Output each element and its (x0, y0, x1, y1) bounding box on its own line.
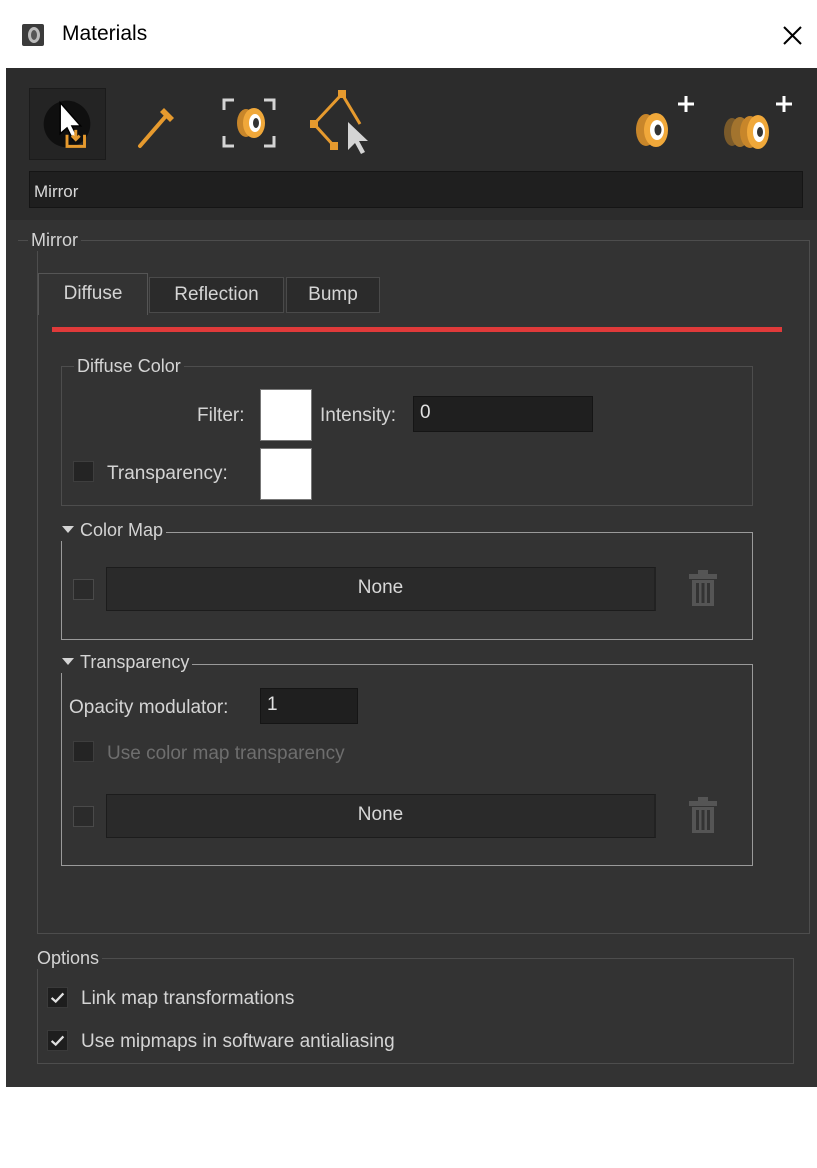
tab-reflection[interactable]: Reflection (149, 277, 284, 313)
eyedropper-icon (138, 108, 174, 148)
use-mipmaps-checkbox[interactable] (47, 1030, 68, 1051)
diffuse-color-title: Diffuse Color (74, 356, 184, 377)
window-title: Materials (62, 22, 148, 45)
color-map-delete-button[interactable] (688, 569, 718, 607)
intensity-label: Intensity: (320, 405, 397, 426)
eyedropper-button[interactable] (128, 94, 184, 154)
trash-icon (689, 797, 717, 833)
diffuse-color-group (61, 366, 753, 506)
scene-material-icon (222, 98, 276, 148)
transparency-toggle[interactable]: Transparency (59, 652, 193, 673)
collapse-triangle-icon (62, 525, 74, 533)
color-map-enable-checkbox[interactable] (73, 579, 94, 600)
materials-app-icon (22, 24, 44, 46)
use-color-map-transparency-checkbox[interactable] (73, 741, 94, 762)
transparency-map-select-button[interactable]: None (106, 794, 656, 838)
color-map-select-button[interactable]: None (106, 567, 656, 611)
options-title: Options (34, 948, 103, 969)
active-tab-indicator (52, 327, 782, 332)
link-map-transformations-checkbox[interactable] (47, 987, 68, 1008)
color-map-title: Color Map (80, 520, 164, 540)
filter-color-swatch[interactable] (260, 389, 312, 441)
use-color-map-transparency-label: Use color map transparency (107, 743, 345, 764)
select-by-material-button[interactable] (304, 88, 382, 158)
transparency-map-enable-checkbox[interactable] (73, 806, 94, 827)
checkmark-icon (50, 1035, 65, 1047)
checkmark-icon (50, 992, 65, 1004)
close-icon (783, 26, 802, 45)
transparency-title: Transparency (80, 652, 190, 672)
tab-diffuse[interactable]: Diffuse (38, 273, 148, 315)
filter-label: Filter: (197, 405, 245, 426)
tab-bump[interactable]: Bump (286, 277, 380, 313)
collapse-triangle-icon (62, 657, 74, 665)
close-button[interactable] (770, 14, 814, 56)
transparency-checkbox[interactable] (73, 461, 94, 482)
select-material-button[interactable] (29, 88, 106, 160)
add-material-button[interactable] (630, 92, 702, 156)
scene-material-button[interactable] (216, 92, 282, 154)
color-map-toggle[interactable]: Color Map (59, 520, 167, 541)
material-name-field[interactable]: Mirror (29, 171, 803, 208)
material-group-title: Mirror (28, 230, 81, 251)
use-mipmaps-label: Use mipmaps in software antialiasing (81, 1031, 395, 1052)
opacity-modulator-label: Opacity modulator: (69, 697, 229, 718)
select-material-icon (43, 100, 91, 148)
trash-icon (689, 570, 717, 606)
add-material-icon (636, 96, 694, 147)
link-map-transformations-label: Link map transformations (81, 988, 295, 1009)
select-by-material-icon (310, 90, 368, 154)
add-multiple-materials-button[interactable] (718, 92, 798, 156)
transparency-color-swatch[interactable] (260, 448, 312, 500)
intensity-field[interactable]: 0 (413, 396, 593, 432)
transparency-label: Transparency: (107, 463, 228, 484)
add-multiple-materials-icon (724, 96, 792, 149)
opacity-modulator-field[interactable]: 1 (260, 688, 358, 724)
transparency-map-delete-button[interactable] (688, 796, 718, 834)
